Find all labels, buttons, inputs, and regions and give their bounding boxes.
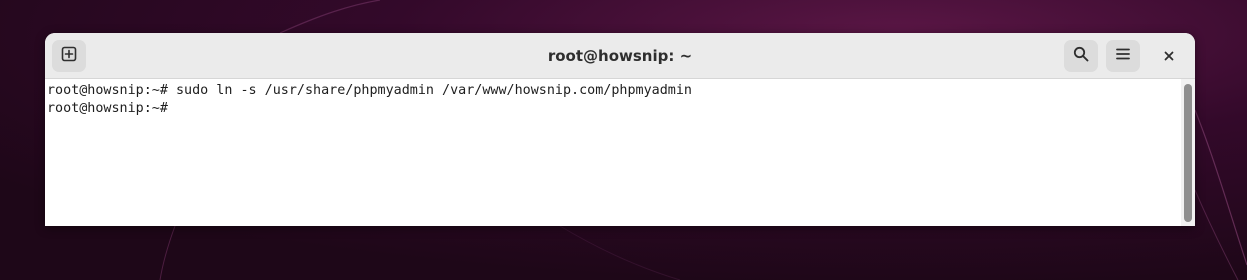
main-menu-button[interactable] xyxy=(1106,40,1140,72)
scrollbar-thumb[interactable] xyxy=(1184,84,1192,222)
new-tab-icon xyxy=(61,46,77,66)
hamburger-menu-icon xyxy=(1115,46,1131,66)
terminal-line: root@howsnip:~# xyxy=(47,101,168,116)
close-icon xyxy=(1163,47,1175,66)
search-button[interactable] xyxy=(1064,40,1098,72)
vertical-scrollbar[interactable] xyxy=(1181,79,1195,226)
search-icon xyxy=(1073,46,1089,66)
new-tab-button[interactable] xyxy=(52,40,86,72)
headerbar: root@howsnip: ~ xyxy=(45,33,1195,79)
close-button[interactable] xyxy=(1155,42,1183,70)
terminal-output[interactable]: root@howsnip:~# sudo ln -s /usr/share/ph… xyxy=(45,79,1181,226)
window-title: root@howsnip: ~ xyxy=(547,47,693,65)
terminal-line: root@howsnip:~# sudo ln -s /usr/share/ph… xyxy=(47,83,692,98)
terminal-window: root@howsnip: ~ root@howsnip:~# sudo ln … xyxy=(45,33,1195,226)
